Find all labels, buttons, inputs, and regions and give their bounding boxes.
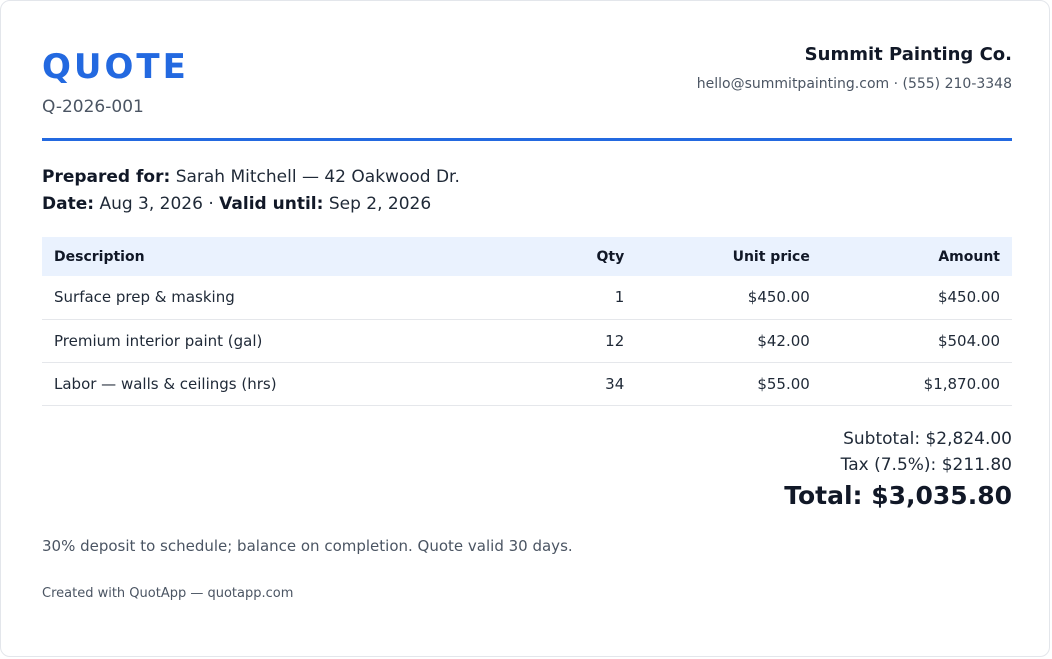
footer-credit: Created with QuotApp — quotapp.com xyxy=(42,586,294,601)
table-header-row: Description Qty Unit price Amount xyxy=(42,237,1012,276)
grand-total: Total: $3,035.80 xyxy=(784,481,1012,510)
valid-until-value: Sep 2, 2026 xyxy=(328,194,432,214)
table-row: Premium interior paint (gal) 12 $42.00 $… xyxy=(42,319,1012,363)
cell-qty: 34 xyxy=(537,362,637,406)
prepared-for-line: Prepared for: Sarah Mitchell — 42 Oakwoo… xyxy=(42,165,460,189)
cell-description: Premium interior paint (gal) xyxy=(42,319,538,363)
subtotal: Subtotal: $2,824.00 xyxy=(843,429,1012,449)
header-divider xyxy=(42,138,1012,141)
column-header-description: Description xyxy=(42,237,538,276)
totals-block: Subtotal: $2,824.00 Tax (7.5%): $211.80 … xyxy=(784,426,1012,514)
line-items-table: Description Qty Unit price Amount Surfac… xyxy=(42,237,1012,406)
cell-unit-price: $55.00 xyxy=(636,362,822,406)
cell-unit-price: $42.00 xyxy=(636,319,822,363)
date-label: Date: xyxy=(42,194,95,214)
cell-unit-price: $450.00 xyxy=(636,276,822,320)
table-row: Labor — walls & ceilings (hrs) 34 $55.00… xyxy=(42,362,1012,406)
cell-qty: 1 xyxy=(537,276,637,320)
cell-description: Labor — walls & ceilings (hrs) xyxy=(42,362,538,406)
column-header-qty: Qty xyxy=(537,237,637,276)
cell-amount: $450.00 xyxy=(821,276,1012,320)
table-row: Surface prep & masking 1 $450.00 $450.00 xyxy=(42,276,1012,320)
cell-qty: 12 xyxy=(537,319,637,363)
column-header-unit-price: Unit price xyxy=(636,237,822,276)
quote-number: Q-2026-001 xyxy=(42,97,144,117)
cell-amount: $1,870.00 xyxy=(821,362,1012,406)
tax: Tax (7.5%): $211.80 xyxy=(840,455,1012,475)
column-header-amount: Amount xyxy=(821,237,1012,276)
prepared-for-value: Sarah Mitchell — 42 Oakwood Dr. xyxy=(175,167,460,187)
quote-document: QUOTE Q-2026-001 Summit Painting Co. hel… xyxy=(0,0,1050,657)
cell-amount: $504.00 xyxy=(821,319,1012,363)
company-name: Summit Painting Co. xyxy=(804,44,1012,65)
meta-separator: · xyxy=(208,194,214,214)
prepared-for-label: Prepared for: xyxy=(42,167,171,187)
cell-description: Surface prep & masking xyxy=(42,276,538,320)
valid-until-label: Valid until: xyxy=(219,194,324,214)
date-value: Aug 3, 2026 xyxy=(99,194,203,214)
document-title: QUOTE xyxy=(42,47,189,87)
dates-line: Date: Aug 3, 2026 · Valid until: Sep 2, … xyxy=(42,192,431,216)
company-contact: hello@summitpainting.com · (555) 210-334… xyxy=(696,76,1012,92)
payment-terms: 30% deposit to schedule; balance on comp… xyxy=(42,537,573,555)
